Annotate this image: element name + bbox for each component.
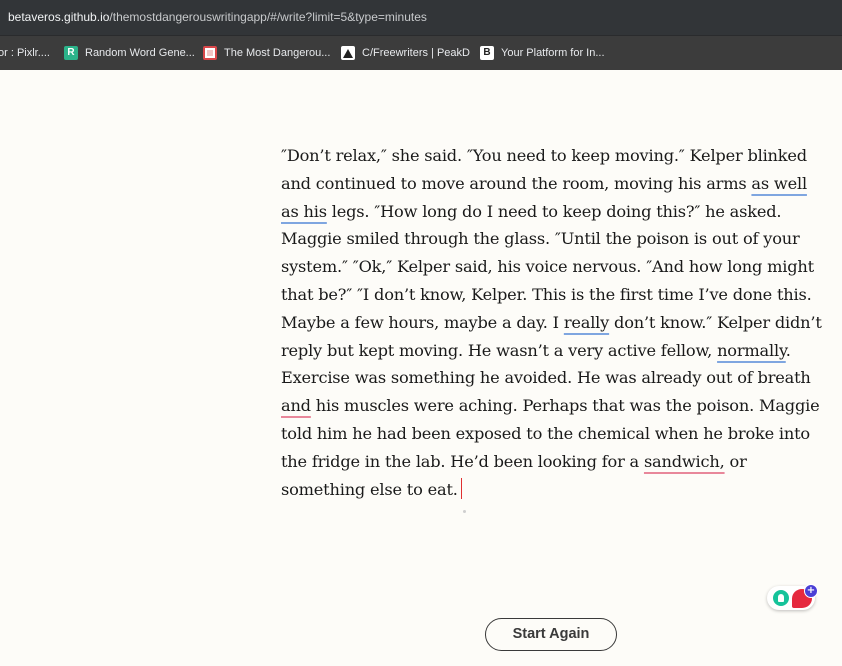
bookmark-label: Your Platform for In... <box>501 47 605 59</box>
text-run: legs. ″How long do I need to keep doing … <box>326 201 782 221</box>
text-line: system.″ ″Ok,″ Kelper said, his voice ne… <box>281 253 821 281</box>
bookmark-label: Random Word Gene... <box>85 47 195 59</box>
bookmarks-bar: or : Pixlr.... R Random Word Gene... The… <box>0 35 842 70</box>
text-cursor <box>460 477 463 499</box>
text-run: something else to eat. <box>281 479 458 499</box>
grammarly-widget[interactable]: + <box>767 584 818 612</box>
text-run: Exercise was something he avoided. He wa… <box>281 368 811 388</box>
grammarly-icon[interactable] <box>773 590 789 606</box>
text-run: his muscles were aching. Perhaps that wa… <box>310 396 820 416</box>
grammarly-plus-badge: + <box>804 584 818 598</box>
writing-area[interactable]: ″Don’t relax,″ she said. ″You need to ke… <box>281 142 822 504</box>
text-run: and continued to move around the room, m… <box>281 173 752 193</box>
bookmark-label: C/Freewriters | PeakD <box>362 47 470 59</box>
text-line: ″Don’t relax,″ she said. ″You need to ke… <box>281 142 821 170</box>
text-line: and continued to move around the room, m… <box>281 170 821 198</box>
random-word-r-icon: R <box>64 46 78 60</box>
text-run: the fridge in the lab. He’d been looking… <box>281 451 644 471</box>
bookmark-label: or : Pixlr.... <box>0 47 50 59</box>
text-run: system.″ ″Ok,″ Kelper said, his voice ne… <box>281 257 814 277</box>
text-line: and his muscles were aching. Perhaps tha… <box>281 392 821 420</box>
text-line: the fridge in the lab. He’d been looking… <box>281 448 821 476</box>
text-run: or <box>724 451 747 471</box>
dangerous-app-icon <box>203 46 217 60</box>
start-again-button[interactable]: Start Again <box>485 618 617 651</box>
text-line: reply but kept moving. He wasn’t a very … <box>281 337 821 365</box>
bookmark-pixlr[interactable]: or : Pixlr.... <box>0 44 50 62</box>
text-line: that be?″ ″I don’t know, Kelper. This is… <box>281 281 821 309</box>
correction-underline: and <box>281 396 311 416</box>
text-line: Exercise was something he avoided. He wa… <box>281 364 821 392</box>
bookmark-random-word[interactable]: R Random Word Gene... <box>64 44 195 62</box>
b-platform-icon: B <box>480 46 494 60</box>
bookmark-peakd[interactable]: C/Freewriters | PeakD <box>341 44 470 62</box>
text-line: something else to eat. <box>281 476 821 504</box>
style-suggestion-underline: normally <box>717 340 786 360</box>
url-path: /themostdangerouswritingapp/#/write?limi… <box>109 10 427 24</box>
correction-underline: sandwich, <box>643 451 725 471</box>
style-suggestion-underline: as his <box>281 201 327 221</box>
text-run: don’t know.″ Kelper didn’t <box>609 312 822 332</box>
text-run: . <box>785 340 791 360</box>
address-bar[interactable]: betaveros.github.io/themostdangerouswrit… <box>0 0 842 35</box>
bookmark-your-platform[interactable]: B Your Platform for In... <box>480 44 605 62</box>
url-text[interactable]: betaveros.github.io/themostdangerouswrit… <box>8 10 427 24</box>
resize-dot <box>463 510 466 513</box>
url-host: betaveros.github.io <box>8 10 110 24</box>
peakd-icon <box>341 46 355 60</box>
text-run: told him he had been exposed to the chem… <box>281 423 810 443</box>
style-suggestion-underline: really <box>563 312 610 332</box>
browser-window: betaveros.github.io/themostdangerouswrit… <box>0 0 842 666</box>
text-run: reply but kept moving. He wasn’t a very … <box>281 340 718 360</box>
text-line: Maybe a few hours, maybe a day. I really… <box>281 309 822 337</box>
text-run: Maybe a few hours, maybe a day. I <box>281 312 564 332</box>
text-line: told him he had been exposed to the chem… <box>281 420 821 448</box>
text-run: ″Don’t relax,″ she said. ″You need to ke… <box>281 146 807 165</box>
text-line: as his legs. ″How long do I need to keep… <box>281 198 821 226</box>
text-line: Maggie smiled through the glass. ″Until … <box>281 225 821 253</box>
style-suggestion-underline: as well <box>751 173 807 193</box>
bookmark-label: The Most Dangerou... <box>224 47 331 59</box>
text-run: Maggie smiled through the glass. ″Until … <box>281 229 800 249</box>
bookmark-most-dangerous[interactable]: The Most Dangerou... <box>203 44 330 62</box>
text-run: that be?″ ″I don’t know, Kelper. This is… <box>281 284 812 304</box>
